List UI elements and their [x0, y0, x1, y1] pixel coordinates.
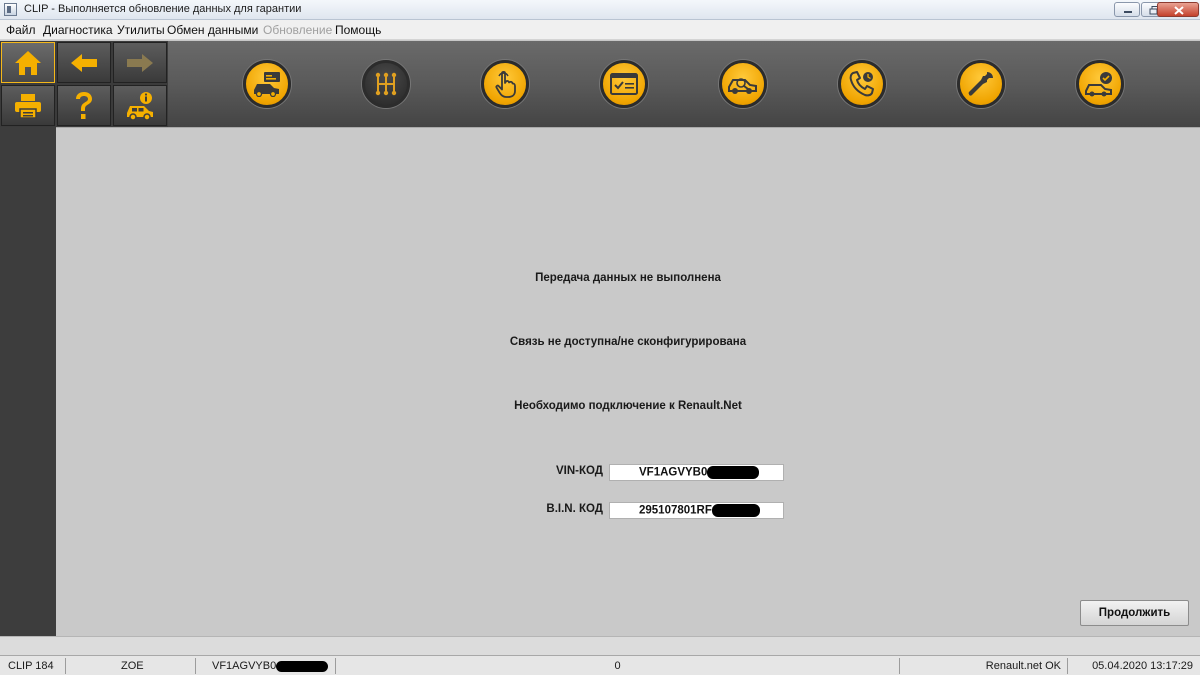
- vehicle-diagnostic-button[interactable]: [719, 60, 767, 108]
- help-button[interactable]: [57, 85, 111, 126]
- vehicle-info-button[interactable]: [113, 85, 167, 126]
- vehicle-check-button[interactable]: [1076, 60, 1124, 108]
- function-toolbar: [168, 41, 1200, 127]
- bin-value: 295107801RF: [639, 504, 712, 517]
- status-bar: CLIP 184 ZOE VF1AGVYB0 0 Renault.net OK …: [0, 655, 1200, 675]
- side-strip: [0, 127, 56, 636]
- bin-field: 295107801RF: [609, 502, 784, 519]
- vin-field: VF1AGVYB0: [609, 464, 784, 481]
- phone-support-icon: [849, 71, 874, 97]
- navigation-panel: [0, 41, 168, 127]
- touch-icon: [495, 70, 516, 98]
- status-model: ZOE: [66, 658, 196, 674]
- question-icon: [76, 91, 92, 119]
- message-connection-unavailable: Связь не доступна/не сконфигурирована: [509, 336, 747, 348]
- vehicle-info-icon: [127, 91, 153, 121]
- vin-value: VF1AGVYB0: [639, 466, 708, 479]
- continue-button[interactable]: Продолжить: [1080, 600, 1189, 626]
- clip-application-window: CLIP - Выполняется обновление данных для…: [0, 0, 1200, 675]
- status-vin: VF1AGVYB0: [196, 658, 336, 674]
- vehicle-identification-icon: [254, 72, 280, 97]
- home-icon: [15, 50, 41, 75]
- status-clip-version: CLIP 184: [8, 658, 66, 674]
- minimize-icon: [1124, 11, 1132, 13]
- menu-help[interactable]: Помощь: [335, 23, 381, 37]
- window-title: CLIP - Выполняется обновление данных для…: [24, 3, 302, 15]
- app-window-icon: [4, 3, 17, 16]
- menu-bar: Файл Диагностика Утилиты Обмен данными О…: [0, 20, 1200, 40]
- redaction-mark: [276, 660, 329, 672]
- home-button[interactable]: [1, 42, 55, 83]
- checklist-card-button[interactable]: [600, 60, 648, 108]
- vehicle-check-icon: [1085, 72, 1112, 97]
- minimize-button[interactable]: [1114, 2, 1140, 17]
- close-button[interactable]: [1157, 2, 1199, 17]
- wrench-button[interactable]: [957, 60, 1005, 108]
- arrow-right-icon: [127, 53, 153, 72]
- printer-icon: [15, 93, 41, 119]
- status-network: Renault.net OK: [900, 658, 1068, 674]
- redaction-mark: [711, 504, 760, 517]
- phone-support-button[interactable]: [838, 60, 886, 108]
- redaction-mark: [707, 466, 760, 479]
- title-bar: CLIP - Выполняется обновление данных для…: [0, 0, 1200, 20]
- gearbox-icon: [375, 72, 397, 96]
- menu-file[interactable]: Файл: [6, 23, 36, 37]
- wrench-icon: [968, 72, 993, 96]
- vin-label: VIN-КОД: [555, 465, 603, 477]
- menu-diagnostics[interactable]: Диагностика: [43, 23, 113, 37]
- forward-button: [113, 42, 167, 83]
- status-separator: [0, 636, 1200, 655]
- menu-utilities[interactable]: Утилиты: [117, 23, 165, 37]
- print-button[interactable]: [1, 85, 55, 126]
- menu-update: Обновление: [263, 23, 333, 37]
- status-datetime: 05.04.2020 13:17:29: [1092, 660, 1193, 672]
- close-icon: [1174, 6, 1184, 15]
- main-content: Передача данных не выполнена Связь не до…: [56, 127, 1200, 636]
- checklist-card-icon: [610, 73, 638, 95]
- bin-label: B.I.N. КОД: [546, 503, 603, 515]
- back-button[interactable]: [57, 42, 111, 83]
- status-vin-value: VF1AGVYB0: [212, 660, 277, 672]
- arrow-left-icon: [71, 53, 97, 72]
- gearbox-button[interactable]: [362, 60, 410, 108]
- message-transfer-failed: Передача данных не выполнена: [535, 272, 721, 284]
- message-connection-required: Необходимо подключение к Renault.Net: [514, 400, 742, 412]
- vehicle-identification-button[interactable]: [243, 60, 291, 108]
- status-counter: 0: [336, 658, 900, 674]
- touch-button[interactable]: [481, 60, 529, 108]
- menu-data-exchange[interactable]: Обмен данными: [167, 23, 258, 37]
- vehicle-diagnostic-icon: [728, 78, 757, 94]
